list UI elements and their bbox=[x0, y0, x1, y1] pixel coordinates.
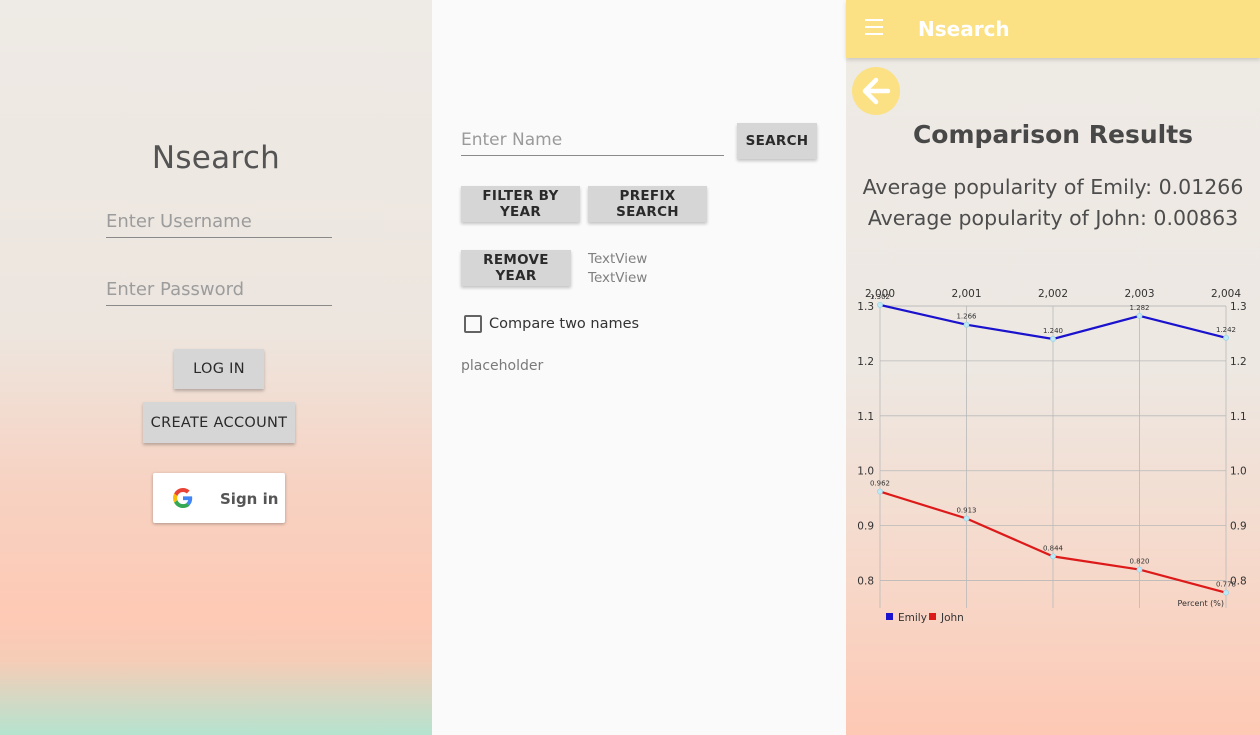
legend-swatch-emily bbox=[886, 613, 893, 620]
legend-swatch-john bbox=[929, 613, 936, 620]
legend-label-emily: Emily bbox=[898, 612, 927, 624]
data-label-emily: 1.302 bbox=[870, 293, 890, 301]
hamburger-menu-icon[interactable] bbox=[865, 19, 883, 35]
data-point-emily bbox=[1050, 336, 1056, 342]
results-screen: Nsearch Comparison Results Average popul… bbox=[846, 0, 1260, 735]
app-bar-title: Nsearch bbox=[918, 17, 1010, 41]
placeholder-text: placeholder bbox=[461, 358, 544, 374]
login-app-title: Nsearch bbox=[151, 140, 281, 176]
google-signin-label: Sign in bbox=[220, 490, 279, 508]
search-button[interactable]: SEARCH bbox=[737, 123, 817, 159]
search-screen: SEARCH FILTER BY YEAR PREFIX SEARCH REMO… bbox=[432, 0, 846, 735]
app-bar: Nsearch bbox=[846, 0, 1260, 58]
google-signin-button[interactable]: Sign in bbox=[153, 473, 285, 523]
filter-by-year-button[interactable]: FILTER BY YEAR bbox=[461, 186, 580, 222]
back-button[interactable] bbox=[852, 67, 900, 115]
data-label-emily: 1.240 bbox=[1043, 327, 1063, 335]
data-point-emily bbox=[1223, 334, 1229, 341]
password-input[interactable] bbox=[106, 274, 332, 304]
data-point-john bbox=[877, 488, 883, 495]
textview-2: TextView bbox=[588, 270, 648, 286]
y-tick-label-right: 1.3 bbox=[1230, 301, 1247, 313]
textview-1: TextView bbox=[588, 251, 648, 267]
axis-note-label: Percent (%) bbox=[1178, 599, 1225, 608]
data-label-john: 0.844 bbox=[1043, 544, 1064, 552]
y-tick-label-right: 1.1 bbox=[1230, 411, 1247, 423]
compare-checkbox[interactable] bbox=[464, 315, 482, 333]
y-tick-label-left: 0.9 bbox=[857, 521, 874, 533]
y-tick-label-right: 1.0 bbox=[1230, 466, 1247, 478]
data-label-john: 0.778 bbox=[1216, 581, 1236, 589]
data-label-john: 0.962 bbox=[870, 480, 890, 488]
name-input[interactable] bbox=[461, 126, 724, 154]
compare-checkbox-label[interactable]: Compare two names bbox=[489, 316, 639, 332]
login-button[interactable]: LOG IN bbox=[174, 349, 264, 389]
data-point-emily bbox=[1136, 312, 1143, 319]
data-point-emily bbox=[963, 321, 970, 328]
y-tick-label-left: 1.3 bbox=[857, 301, 874, 313]
login-screen: Nsearch LOG IN CREATE ACCOUNT Sign in bbox=[0, 0, 432, 735]
y-tick-label-left: 1.2 bbox=[857, 356, 874, 368]
y-tick-label-right: 1.2 bbox=[1230, 356, 1247, 368]
y-tick-label-left: 1.0 bbox=[857, 466, 874, 478]
results-heading: Comparison Results bbox=[912, 120, 1194, 149]
data-point-emily bbox=[877, 302, 883, 308]
data-point-john bbox=[963, 515, 970, 522]
x-tick-label: 2,003 bbox=[1124, 288, 1154, 300]
create-account-button[interactable]: CREATE ACCOUNT bbox=[143, 402, 295, 443]
x-tick-label: 2,002 bbox=[1038, 288, 1068, 300]
x-tick-label: 2,004 bbox=[1211, 288, 1241, 300]
data-label-john: 0.913 bbox=[956, 506, 976, 514]
username-input[interactable] bbox=[106, 206, 332, 236]
password-field[interactable] bbox=[106, 274, 332, 306]
name-field[interactable] bbox=[461, 126, 724, 156]
legend-label-john: John bbox=[940, 612, 964, 624]
data-label-emily: 1.242 bbox=[1216, 326, 1236, 334]
avg-john-text: Average popularity of John: 0.00863 bbox=[867, 206, 1239, 230]
x-tick-label: 2,001 bbox=[951, 288, 981, 300]
data-point-john bbox=[1050, 553, 1056, 560]
avg-emily-text: Average popularity of Emily: 0.01266 bbox=[862, 175, 1244, 199]
prefix-search-button[interactable]: PREFIX SEARCH bbox=[588, 186, 707, 222]
data-label-john: 0.820 bbox=[1129, 558, 1149, 566]
data-point-john bbox=[1223, 589, 1229, 596]
data-point-john bbox=[1136, 566, 1143, 573]
google-logo-icon bbox=[173, 488, 193, 508]
data-label-emily: 1.282 bbox=[1129, 304, 1149, 312]
y-tick-label-left: 0.8 bbox=[857, 576, 874, 588]
y-tick-label-left: 1.1 bbox=[857, 411, 874, 423]
comparison-line-chart: 0.8 0.80.9 0.91.0 1.01.1 1.11.2 1.21.3 1.32,00… bbox=[857, 288, 1247, 624]
y-tick-label-right: 0.9 bbox=[1230, 521, 1247, 533]
arrow-left-icon bbox=[862, 77, 891, 105]
remove-year-button[interactable]: REMOVE YEAR bbox=[461, 250, 571, 286]
data-label-emily: 1.266 bbox=[956, 313, 977, 321]
username-field[interactable] bbox=[106, 206, 332, 238]
